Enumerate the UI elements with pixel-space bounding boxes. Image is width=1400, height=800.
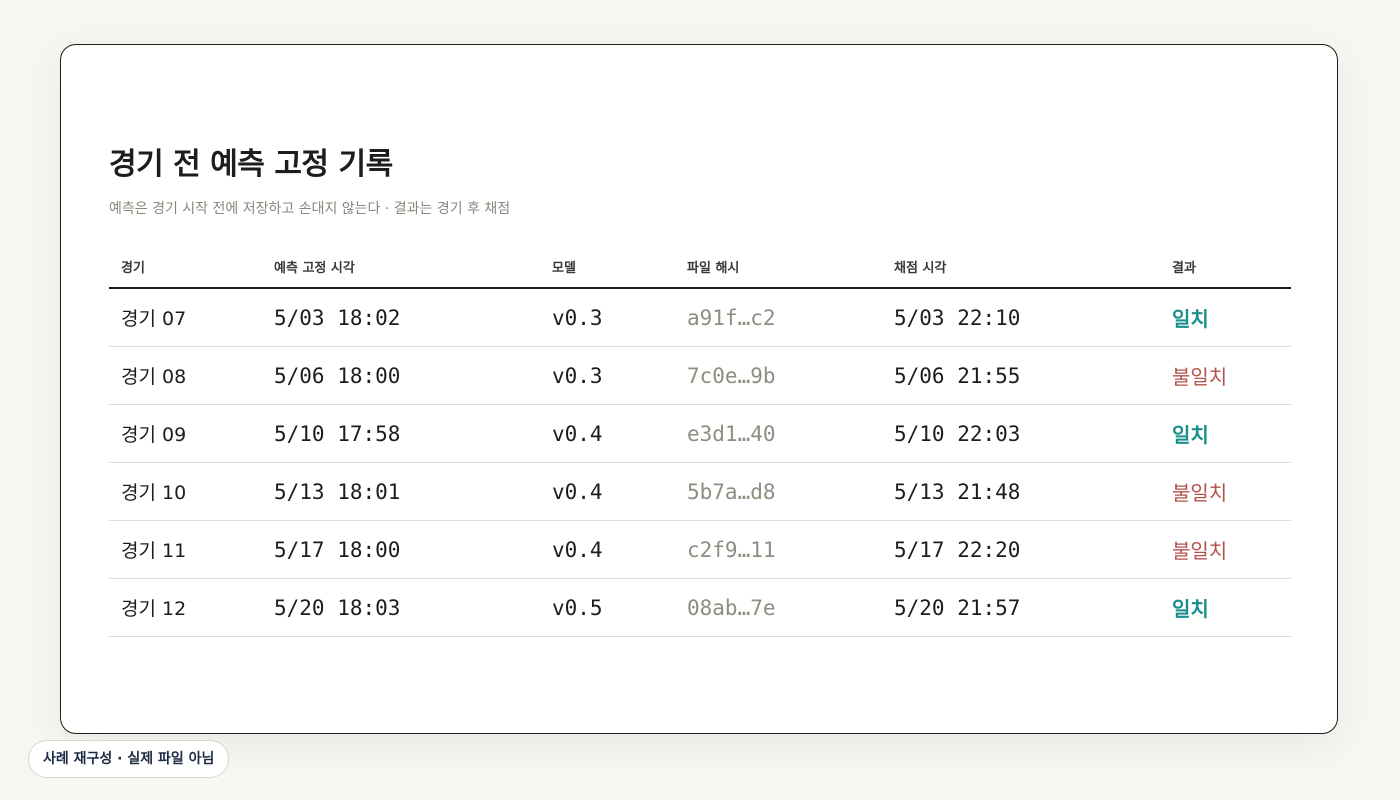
header-model: 모델 — [540, 245, 675, 289]
header-scored-at: 채점 시각 — [882, 245, 1160, 289]
header-result: 결과 — [1160, 245, 1291, 289]
cell-locked-at: 5/20 18:03 — [262, 578, 540, 637]
cell-locked-at: 5/03 18:02 — [262, 288, 540, 347]
cell-locked-at: 5/06 18:00 — [262, 346, 540, 405]
cell-game: 경기 10 — [109, 462, 262, 521]
cell-hash: e3d1…40 — [675, 404, 882, 463]
cell-model: v0.4 — [540, 520, 675, 579]
table-row: 경기 10 5/13 18:01 v0.4 5b7a…d8 5/13 21:48… — [109, 462, 1291, 521]
cell-game: 경기 08 — [109, 346, 262, 405]
cell-scored-at: 5/17 22:20 — [882, 520, 1160, 579]
cell-locked-at: 5/10 17:58 — [262, 404, 540, 463]
cell-model: v0.3 — [540, 288, 675, 347]
cell-hash: 7c0e…9b — [675, 346, 882, 405]
cell-hash: 08ab…7e — [675, 578, 882, 637]
cell-hash: 5b7a…d8 — [675, 462, 882, 521]
table-row: 경기 08 5/06 18:00 v0.3 7c0e…9b 5/06 21:55… — [109, 346, 1291, 405]
cell-game: 경기 12 — [109, 578, 262, 637]
cell-hash: c2f9…11 — [675, 520, 882, 579]
cell-result: 일치 — [1160, 578, 1291, 637]
disclaimer-badge: 사례 재구성 · 실제 파일 아님 — [28, 740, 230, 778]
cell-result: 불일치 — [1160, 462, 1291, 521]
cell-scored-at: 5/03 22:10 — [882, 288, 1160, 347]
cell-scored-at: 5/13 21:48 — [882, 462, 1160, 521]
cell-game: 경기 07 — [109, 288, 262, 347]
record-card: 경기 전 예측 고정 기록 예측은 경기 시작 전에 저장하고 손대지 않는다 … — [60, 44, 1338, 734]
header-hash: 파일 해시 — [675, 245, 882, 289]
cell-result: 일치 — [1160, 404, 1291, 463]
cell-model: v0.4 — [540, 404, 675, 463]
cell-locked-at: 5/13 18:01 — [262, 462, 540, 521]
header-game: 경기 — [109, 245, 262, 289]
cell-game: 경기 11 — [109, 520, 262, 579]
cell-model: v0.3 — [540, 346, 675, 405]
table-row: 경기 07 5/03 18:02 v0.3 a91f…c2 5/03 22:10… — [109, 288, 1291, 347]
cell-model: v0.4 — [540, 462, 675, 521]
table-row: 경기 11 5/17 18:00 v0.4 c2f9…11 5/17 22:20… — [109, 520, 1291, 579]
page-title: 경기 전 예측 고정 기록 — [109, 147, 393, 182]
table-row: 경기 12 5/20 18:03 v0.5 08ab…7e 5/20 21:57… — [109, 578, 1291, 637]
cell-locked-at: 5/17 18:00 — [262, 520, 540, 579]
cell-game: 경기 09 — [109, 404, 262, 463]
cell-result: 일치 — [1160, 288, 1291, 347]
cell-scored-at: 5/06 21:55 — [882, 346, 1160, 405]
table-row: 경기 09 5/10 17:58 v0.4 e3d1…40 5/10 22:03… — [109, 404, 1291, 463]
cell-result: 불일치 — [1160, 520, 1291, 579]
prediction-table: 경기 예측 고정 시각 모델 파일 해시 채점 시각 결과 경기 07 5/03… — [109, 245, 1291, 637]
page-subtitle: 예측은 경기 시작 전에 저장하고 손대지 않는다 · 결과는 경기 후 채점 — [109, 201, 511, 217]
table-header-row: 경기 예측 고정 시각 모델 파일 해시 채점 시각 결과 — [109, 245, 1291, 289]
header-locked-at: 예측 고정 시각 — [262, 245, 540, 289]
cell-scored-at: 5/20 21:57 — [882, 578, 1160, 637]
cell-hash: a91f…c2 — [675, 288, 882, 347]
cell-model: v0.5 — [540, 578, 675, 637]
cell-scored-at: 5/10 22:03 — [882, 404, 1160, 463]
cell-result: 불일치 — [1160, 346, 1291, 405]
